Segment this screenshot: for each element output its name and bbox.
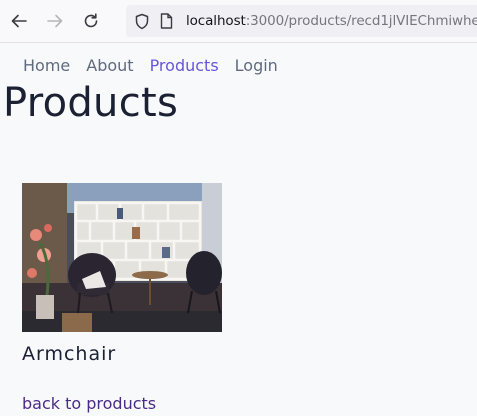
product-name: Armchair — [22, 343, 117, 365]
url-host: localhost — [186, 13, 246, 29]
back-to-products-link[interactable]: back to products — [22, 394, 156, 413]
reload-icon[interactable] — [80, 10, 102, 32]
page-icon[interactable] — [157, 10, 175, 32]
nav-about-link[interactable]: About — [86, 56, 133, 75]
nav-home-link[interactable]: Home — [23, 56, 70, 75]
browser-toolbar: localhost:3000/products/recd1jlVIEChmiwh… — [0, 0, 477, 43]
page-title: Products — [3, 80, 179, 126]
nav-login-link[interactable]: Login — [235, 56, 278, 75]
back-arrow-icon[interactable] — [8, 10, 30, 32]
forward-arrow-icon[interactable] — [44, 10, 66, 32]
url-path: :3000/products/recd1jlVIEChmiwhe — [245, 13, 477, 29]
main-nav: Home About Products Login — [23, 56, 278, 75]
url-text[interactable]: localhost:3000/products/recd1jlVIEChmiwh… — [186, 13, 477, 29]
shield-icon[interactable] — [132, 10, 152, 32]
product-image — [22, 183, 222, 332]
room-photo-icon — [22, 183, 222, 332]
nav-products-link[interactable]: Products — [150, 56, 219, 75]
